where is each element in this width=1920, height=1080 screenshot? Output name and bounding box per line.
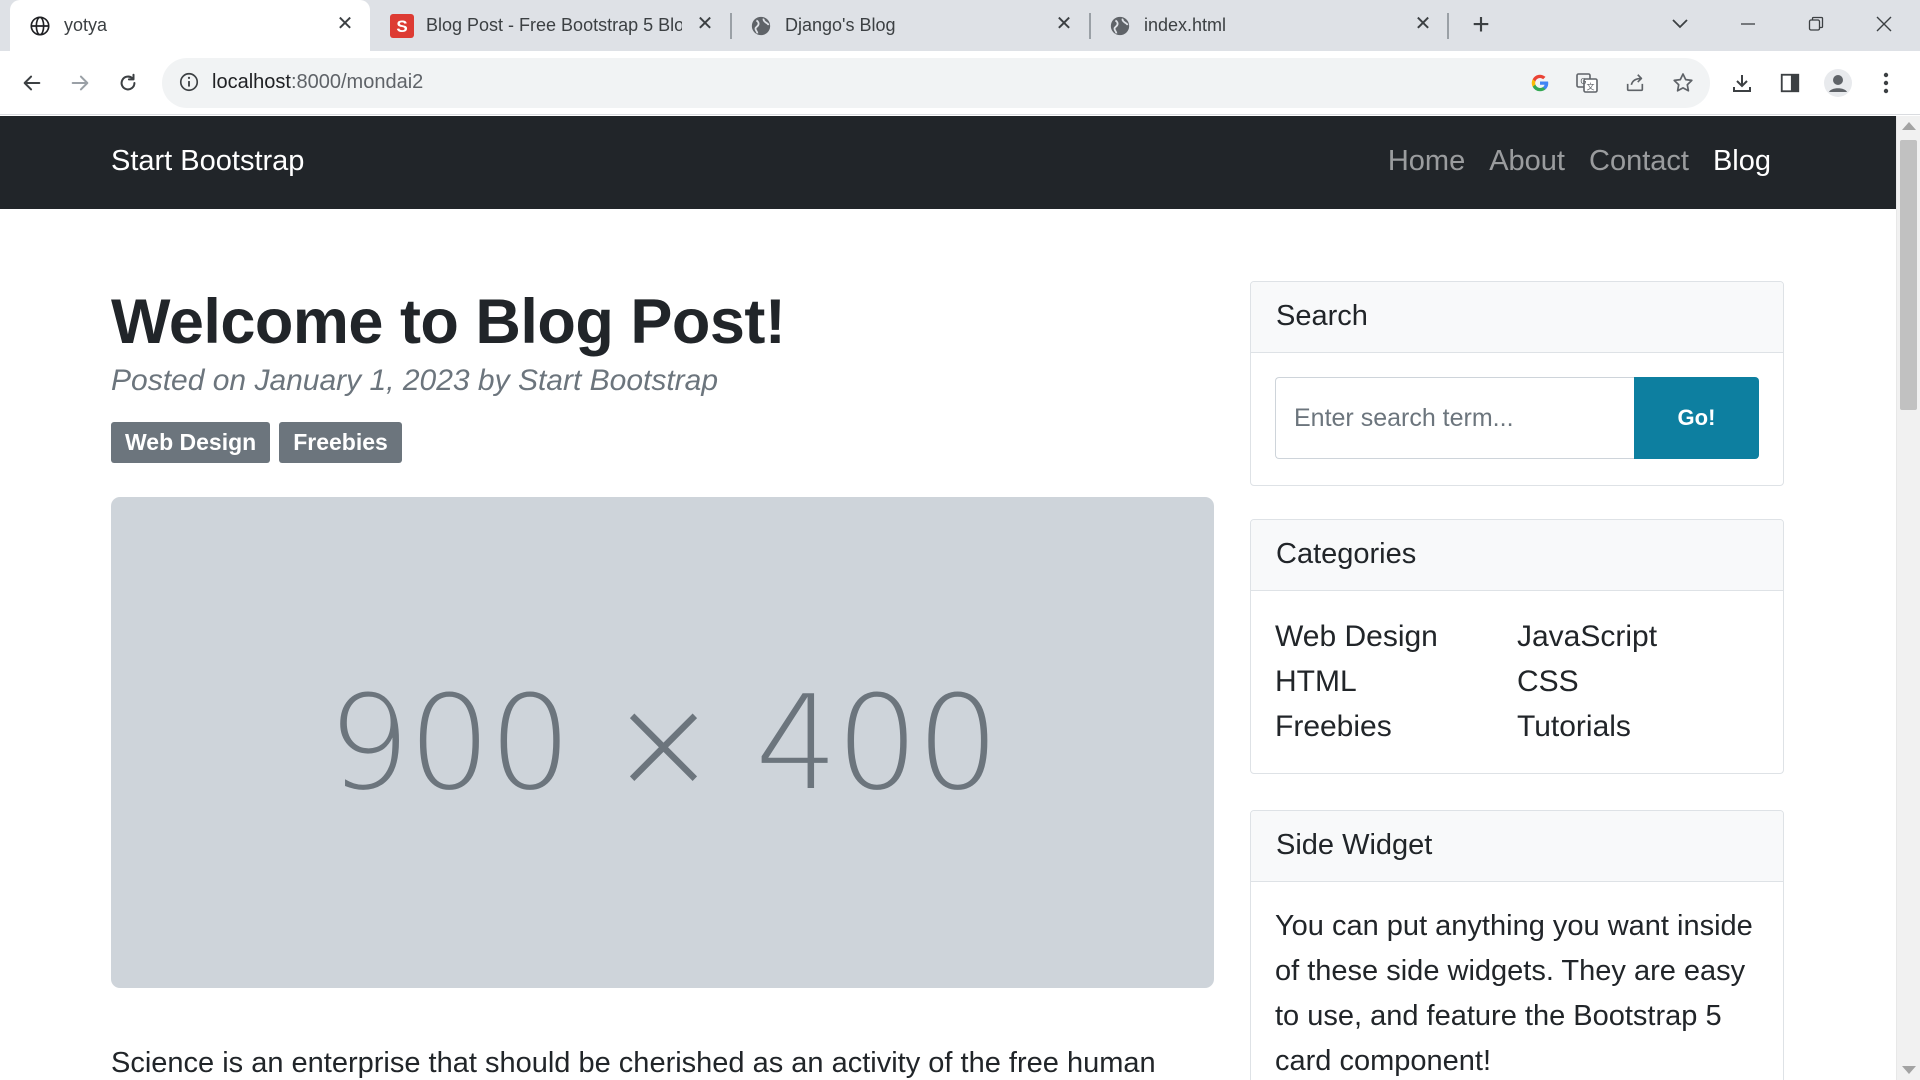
browser-tab[interactable]: index.html ✕ (1090, 0, 1448, 51)
bookmark-star-icon[interactable] (1669, 69, 1697, 97)
side-widget-text: You can put anything you want inside of … (1275, 910, 1753, 1077)
startbootstrap-s-icon: S (390, 14, 414, 38)
tab-close-icon[interactable]: ✕ (1053, 13, 1075, 35)
page-viewport: Start Bootstrap Home About Contact Blog … (0, 116, 1896, 1080)
category-column: JavaScript CSS Tutorials (1517, 614, 1759, 749)
browser-tab-active[interactable]: yotya ✕ (10, 0, 370, 51)
tag-badge-web-design[interactable]: Web Design (111, 422, 271, 463)
globe-icon (28, 14, 52, 38)
svg-text:文: 文 (1587, 82, 1595, 92)
tab-close-icon[interactable]: ✕ (1412, 13, 1434, 35)
post-tags: Web Design Freebies (111, 422, 402, 463)
card-header: Categories (1251, 520, 1783, 591)
category-link[interactable]: CSS (1517, 659, 1759, 704)
card-body: Web Design HTML Freebies JavaScript CSS … (1251, 591, 1783, 773)
card-header: Search (1251, 282, 1783, 353)
address-bar[interactable]: localhost:8000/mondai2 G文 (162, 58, 1710, 108)
category-link[interactable]: HTML (1275, 659, 1517, 704)
post-image-placeholder: 900 × 400 (111, 497, 1214, 988)
post-meta: Posted on January 1, 2023 by Start Boots… (111, 364, 719, 397)
categories-card: Categories Web Design HTML Freebies Java… (1250, 519, 1784, 774)
navbar-brand[interactable]: Start Bootstrap (111, 145, 304, 178)
tab-close-icon[interactable]: ✕ (334, 13, 356, 35)
post-body-text: Science is an enterprise that should be … (111, 1047, 1156, 1079)
tab-separator (1447, 13, 1449, 39)
browser-tab[interactable]: Django's Blog ✕ (731, 0, 1089, 51)
forward-arrow-icon[interactable] (60, 63, 100, 103)
svg-text:S: S (396, 17, 407, 36)
google-icon[interactable] (1526, 69, 1554, 97)
site-navbar: Start Bootstrap Home About Contact Blog (0, 116, 1896, 209)
reload-icon[interactable] (108, 63, 148, 103)
post-title: Welcome to Blog Post! (111, 287, 786, 357)
tab-title: Blog Post - Free Bootstrap 5 Blog (426, 15, 682, 35)
card-body: You can put anything you want inside of … (1251, 882, 1783, 1080)
tab-title: index.html (1144, 15, 1227, 35)
category-link[interactable]: Web Design (1275, 614, 1517, 659)
side-widget-card: Side Widget You can put anything you wan… (1250, 810, 1784, 1080)
category-link[interactable]: Tutorials (1517, 704, 1759, 749)
scrollbar-thumb[interactable] (1900, 140, 1917, 410)
nav-link-about[interactable]: About (1489, 145, 1565, 178)
download-icon[interactable] (1724, 65, 1760, 101)
share-icon[interactable] (1621, 69, 1649, 97)
tag-badge-freebies[interactable]: Freebies (279, 422, 402, 463)
close-window-icon[interactable] (1864, 4, 1904, 44)
nav-link-contact[interactable]: Contact (1589, 145, 1689, 178)
browser-tab-strip: yotya ✕ S Blog Post - Free Bootstrap 5 B… (0, 0, 1920, 51)
url-path: :8000/mondai2 (290, 71, 424, 93)
card-header: Side Widget (1251, 811, 1783, 882)
restore-icon[interactable] (1796, 4, 1836, 44)
profile-avatar-icon[interactable] (1820, 65, 1856, 101)
site-info-icon[interactable] (178, 71, 202, 95)
menu-kebab-icon[interactable] (1868, 65, 1904, 101)
globe-icon (1108, 14, 1132, 38)
card-body: Go! (1251, 353, 1783, 483)
url-host: localhost (212, 71, 291, 93)
image-placeholder-text: 900 × 400 (327, 666, 1000, 819)
search-go-button[interactable]: Go! (1634, 377, 1759, 459)
category-columns: Web Design HTML Freebies JavaScript CSS … (1275, 614, 1759, 749)
search-card: Search Go! (1250, 281, 1784, 486)
tab-close-icon[interactable]: ✕ (694, 13, 716, 35)
search-input[interactable] (1275, 377, 1634, 459)
category-link[interactable]: Freebies (1275, 704, 1517, 749)
side-panel-icon[interactable] (1772, 65, 1808, 101)
browser-toolbar: localhost:8000/mondai2 G文 (0, 51, 1920, 115)
scroll-down-arrow-icon[interactable] (1902, 1066, 1916, 1074)
tab-search-chevron-icon[interactable] (1660, 4, 1700, 44)
nav-link-blog[interactable]: Blog (1713, 145, 1771, 178)
category-column: Web Design HTML Freebies (1275, 614, 1517, 749)
minimize-icon[interactable] (1728, 4, 1768, 44)
globe-icon (749, 14, 773, 38)
scroll-up-arrow-icon[interactable] (1902, 122, 1916, 130)
translate-icon[interactable]: G文 (1573, 69, 1601, 97)
nav-link-home[interactable]: Home (1388, 145, 1465, 178)
url-text: localhost:8000/mondai2 (212, 71, 423, 94)
new-tab-button[interactable]: + (1464, 8, 1498, 42)
page-scrollbar[interactable] (1896, 116, 1920, 1080)
search-group: Go! (1275, 377, 1759, 459)
navbar-links: Home About Contact Blog (1388, 145, 1771, 178)
tab-title: yotya (64, 15, 108, 35)
tab-title: Django's Blog (785, 15, 896, 35)
browser-tab[interactable]: S Blog Post - Free Bootstrap 5 Blog ✕ (372, 0, 730, 51)
back-arrow-icon[interactable] (12, 63, 52, 103)
category-link[interactable]: JavaScript (1517, 614, 1759, 659)
